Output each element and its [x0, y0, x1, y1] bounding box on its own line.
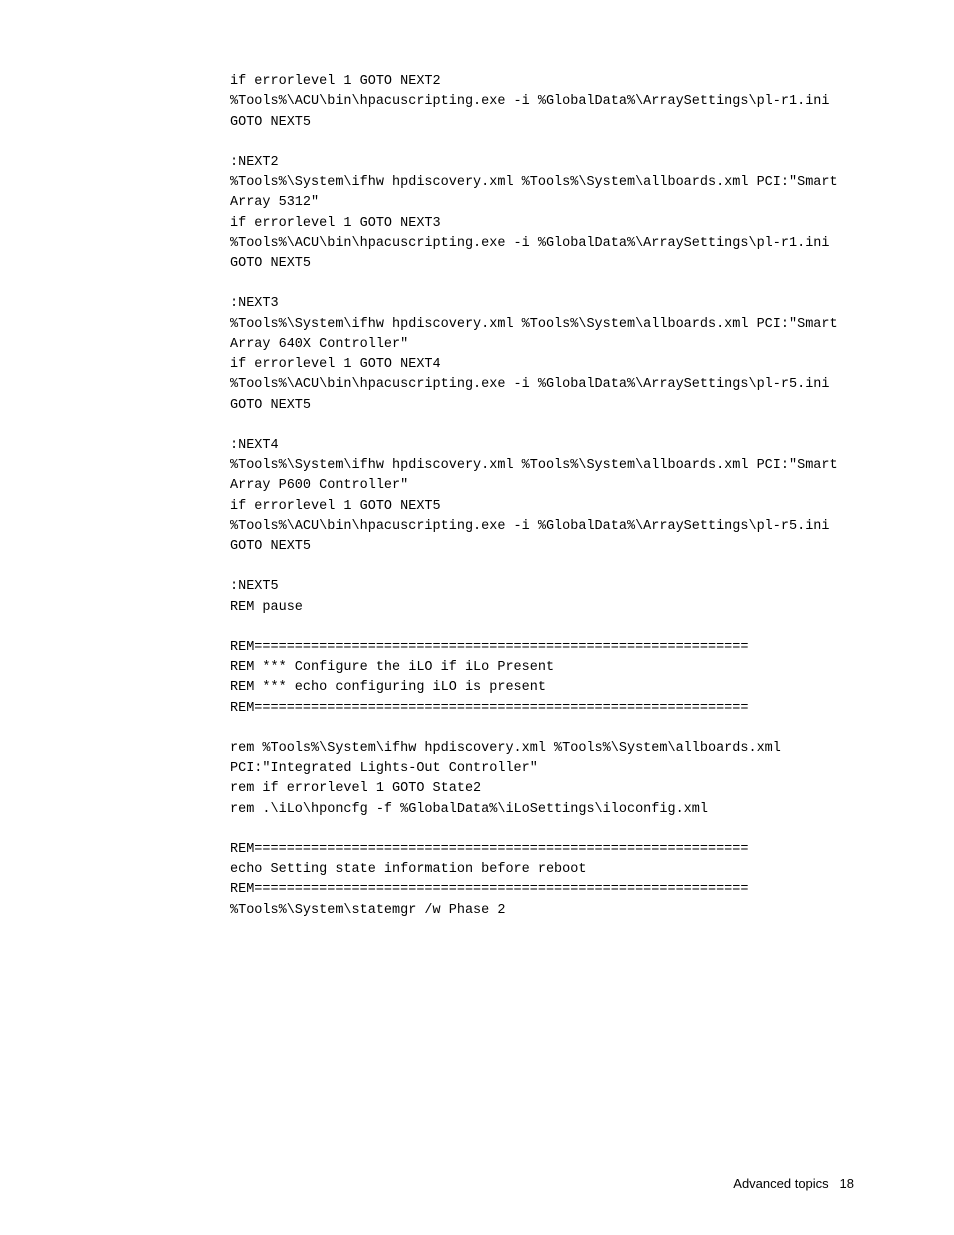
footer-page-number: 18: [840, 1176, 854, 1191]
code-block: if errorlevel 1 GOTO NEXT2 %Tools%\ACU\b…: [230, 72, 854, 133]
code-block: :NEXT4 %Tools%\System\ifhw hpdiscovery.x…: [230, 436, 854, 558]
code-block: REM=====================================…: [230, 840, 854, 921]
code-block: rem %Tools%\System\ifhw hpdiscovery.xml …: [230, 739, 854, 820]
code-block: :NEXT2 %Tools%\System\ifhw hpdiscovery.x…: [230, 153, 854, 275]
document-page: if errorlevel 1 GOTO NEXT2 %Tools%\ACU\b…: [0, 0, 954, 1235]
code-block: :NEXT5 REM pause: [230, 577, 854, 618]
footer-section-label: Advanced topics: [733, 1176, 828, 1191]
code-block: :NEXT3 %Tools%\System\ifhw hpdiscovery.x…: [230, 294, 854, 416]
code-block: REM=====================================…: [230, 638, 854, 719]
page-footer: Advanced topics 18: [733, 1174, 854, 1194]
